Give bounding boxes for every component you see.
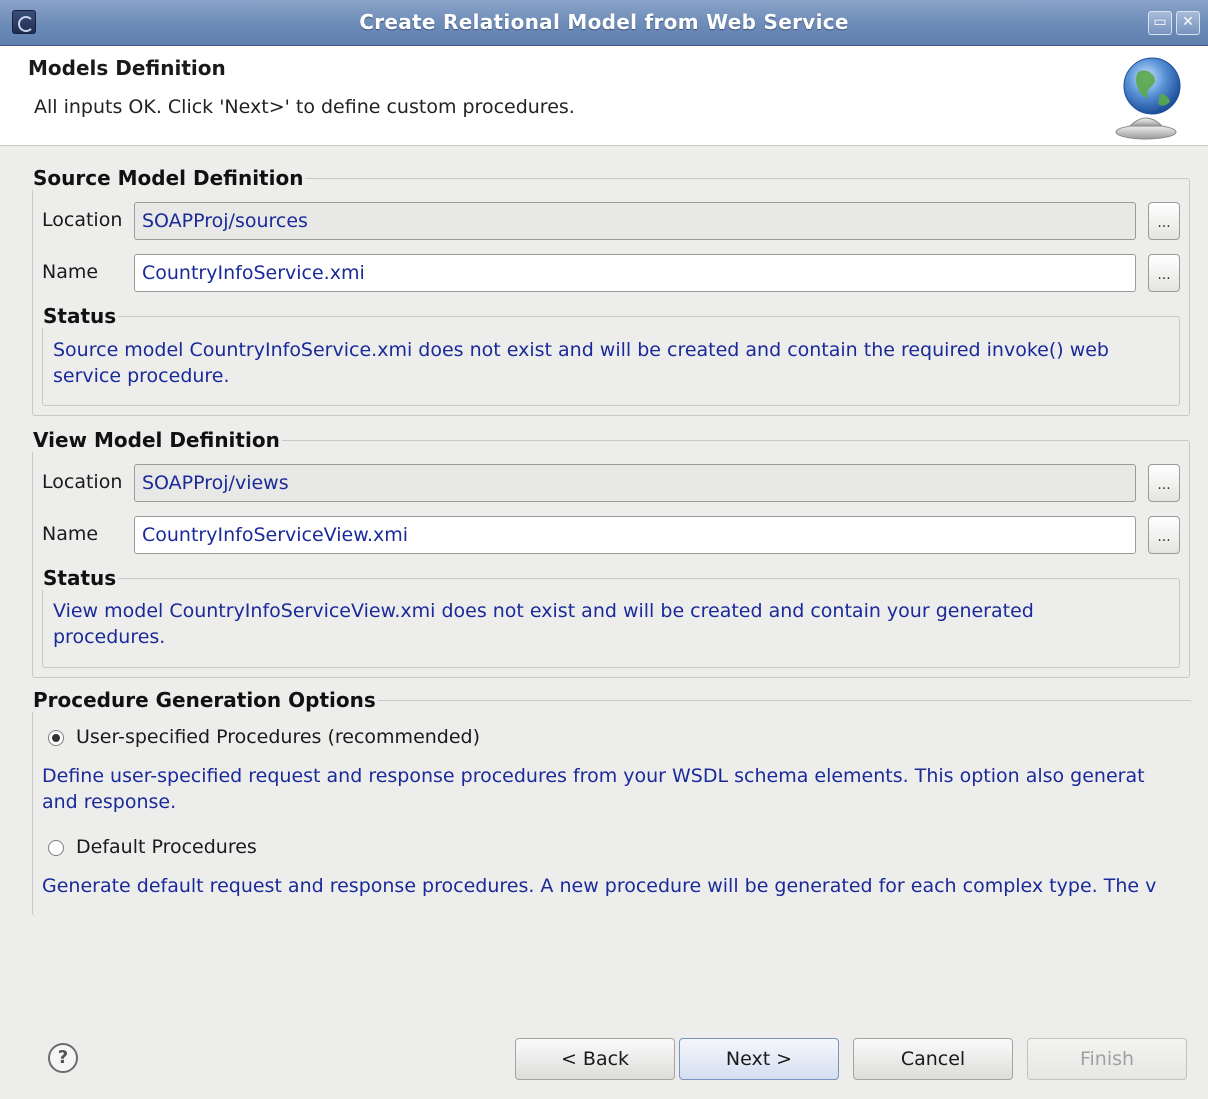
source-status-text: Source model CountryInfoService.xmi does… [53, 339, 1109, 387]
view-name-browse-button[interactable]: ... [1148, 516, 1180, 554]
source-location-label: Location [42, 209, 123, 231]
default-procedures-label[interactable]: Default Procedures [76, 836, 257, 858]
view-status-text: View model CountryInfoServiceView.xmi do… [53, 600, 1034, 648]
view-name-field[interactable]: CountryInfoServiceView.xmi [134, 516, 1136, 554]
source-name-field[interactable]: CountryInfoService.xmi [134, 254, 1136, 292]
user-specified-label[interactable]: User-specified Procedures (recommended) [76, 726, 480, 748]
close-icon[interactable]: ✕ [1176, 11, 1200, 35]
maximize-icon[interactable]: ▭ [1148, 11, 1172, 35]
procedure-options-legend: Procedure Generation Options [33, 688, 376, 712]
default-procedures-radio[interactable] [48, 840, 64, 856]
view-model-legend: View Model Definition [33, 428, 280, 452]
page-title: Models Definition [28, 56, 226, 80]
title-bar: Create Relational Model from Web Service… [0, 0, 1208, 46]
window-title: Create Relational Model from Web Service [359, 10, 849, 34]
user-specified-description: Define user-specified request and respon… [42, 765, 1145, 787]
page-message: All inputs OK. Click 'Next>' to define c… [34, 96, 575, 118]
user-specified-radio[interactable] [48, 730, 64, 746]
cancel-button[interactable]: Cancel [853, 1038, 1013, 1080]
view-location-browse-button[interactable]: ... [1148, 464, 1180, 502]
source-status-legend: Status [43, 304, 117, 328]
finish-button[interactable]: Finish [1027, 1038, 1187, 1080]
view-location-field[interactable]: SOAPProj/views [134, 464, 1136, 502]
web-service-globe-icon [1115, 57, 1181, 140]
next-button[interactable]: Next > [679, 1038, 839, 1080]
view-status-legend: Status [43, 566, 117, 590]
view-name-label: Name [42, 523, 99, 545]
user-specified-description-cont: and response. [42, 791, 177, 813]
default-procedures-description: Generate default request and response pr… [42, 875, 1157, 897]
view-location-label: Location [42, 471, 123, 493]
source-location-browse-button[interactable]: ... [1148, 202, 1180, 240]
source-location-field[interactable]: SOAPProj/sources [134, 202, 1136, 240]
source-name-browse-button[interactable]: ... [1148, 254, 1180, 292]
help-icon[interactable]: ? [48, 1043, 78, 1073]
back-button[interactable]: < Back [515, 1038, 675, 1080]
source-name-label: Name [42, 261, 99, 283]
wizard-header: Models Definition All inputs OK. Click '… [0, 46, 1208, 146]
source-model-legend: Source Model Definition [33, 166, 304, 190]
